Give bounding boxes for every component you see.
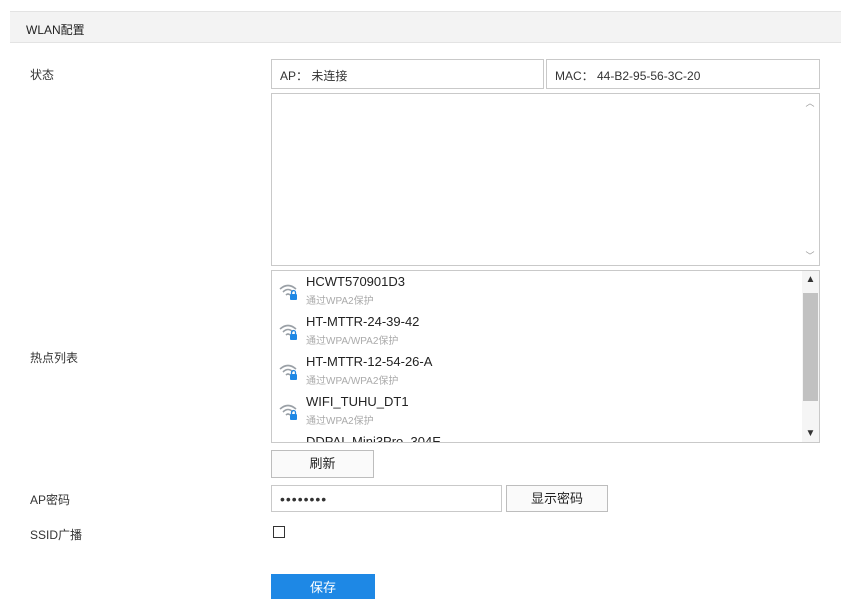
- hotspot-item[interactable]: HT-MTTR-12-54-26-A 通过WPA/WPA2保护: [272, 352, 802, 392]
- wifi-lock-icon: [279, 364, 297, 380]
- ap-password-label: AP密码: [30, 493, 71, 507]
- scroll-up-icon[interactable]: ▲: [802, 274, 819, 285]
- refresh-button[interactable]: 刷新: [271, 450, 374, 478]
- ssid-broadcast-checkbox[interactable]: [273, 526, 285, 538]
- section-header: WLAN配置: [10, 11, 841, 43]
- mac-status-value: MAC： 44-B2-95-56-3C-20: [555, 69, 701, 83]
- scroll-up-icon[interactable]: ︿: [805, 98, 815, 108]
- hotspot-security: 通过WPA/WPA2保护: [306, 336, 399, 347]
- save-button[interactable]: 保存: [271, 574, 375, 599]
- info-textarea[interactable]: ︿ ﹀: [271, 93, 820, 266]
- hotspot-ssid: DDPAI_Mini3Pro_304E: [306, 434, 441, 443]
- wifi-lock-icon: [279, 284, 297, 300]
- hotspot-ssid: WIFI_TUHU_DT1: [306, 394, 409, 409]
- wifi-lock-icon: [278, 441, 298, 443]
- hotspot-security: 通过WPA2保护: [306, 296, 374, 307]
- ap-status-field: AP： 未连接: [271, 59, 544, 89]
- ap-status-value: AP： 未连接: [280, 69, 348, 83]
- hotspot-ssid: HT-MTTR-12-54-26-A: [306, 354, 433, 369]
- hotspot-ssid: HT-MTTR-24-39-42: [306, 314, 420, 329]
- show-password-button[interactable]: 显示密码: [506, 485, 608, 512]
- scroll-down-icon[interactable]: ▼: [802, 428, 819, 439]
- wifi-lock-icon: [279, 324, 297, 340]
- hotspot-item[interactable]: WIFI_TUHU_DT1 通过WPA2保护: [272, 392, 802, 432]
- hotspot-list[interactable]: HCWT570901D3 通过WPA2保护 HT-MTTR-24-39-42 通过WP…: [271, 270, 820, 443]
- hotspot-list-label: 热点列表: [30, 351, 79, 365]
- hotspot-security: 通过WPA/WPA2保护: [306, 376, 399, 387]
- hotspot-item[interactable]: HCWT570901D3 通过WPA2保护: [272, 272, 802, 312]
- hotspot-item[interactable]: HT-MTTR-24-39-42 通过WPA/WPA2保护: [272, 312, 802, 352]
- hotspot-security: 通过WPA2保护: [306, 416, 374, 427]
- ap-password-input[interactable]: ••••••••: [271, 485, 502, 512]
- wifi-lock-icon: [279, 404, 297, 420]
- status-label: 状态: [30, 68, 55, 82]
- section-title: WLAN配置: [26, 23, 85, 37]
- ssid-broadcast-label: SSID广播: [30, 528, 83, 542]
- hotspot-ssid: HCWT570901D3: [306, 274, 405, 289]
- ap-password-value: ••••••••: [280, 491, 328, 507]
- scroll-down-icon[interactable]: ﹀: [805, 251, 815, 261]
- scrollbar-thumb[interactable]: [803, 293, 818, 401]
- hotspot-scrollbar[interactable]: ▲ ▼: [802, 271, 819, 442]
- hotspot-item[interactable]: DDPAI_Mini3Pro_304E: [272, 432, 802, 443]
- mac-status-field: MAC： 44-B2-95-56-3C-20: [546, 59, 820, 89]
